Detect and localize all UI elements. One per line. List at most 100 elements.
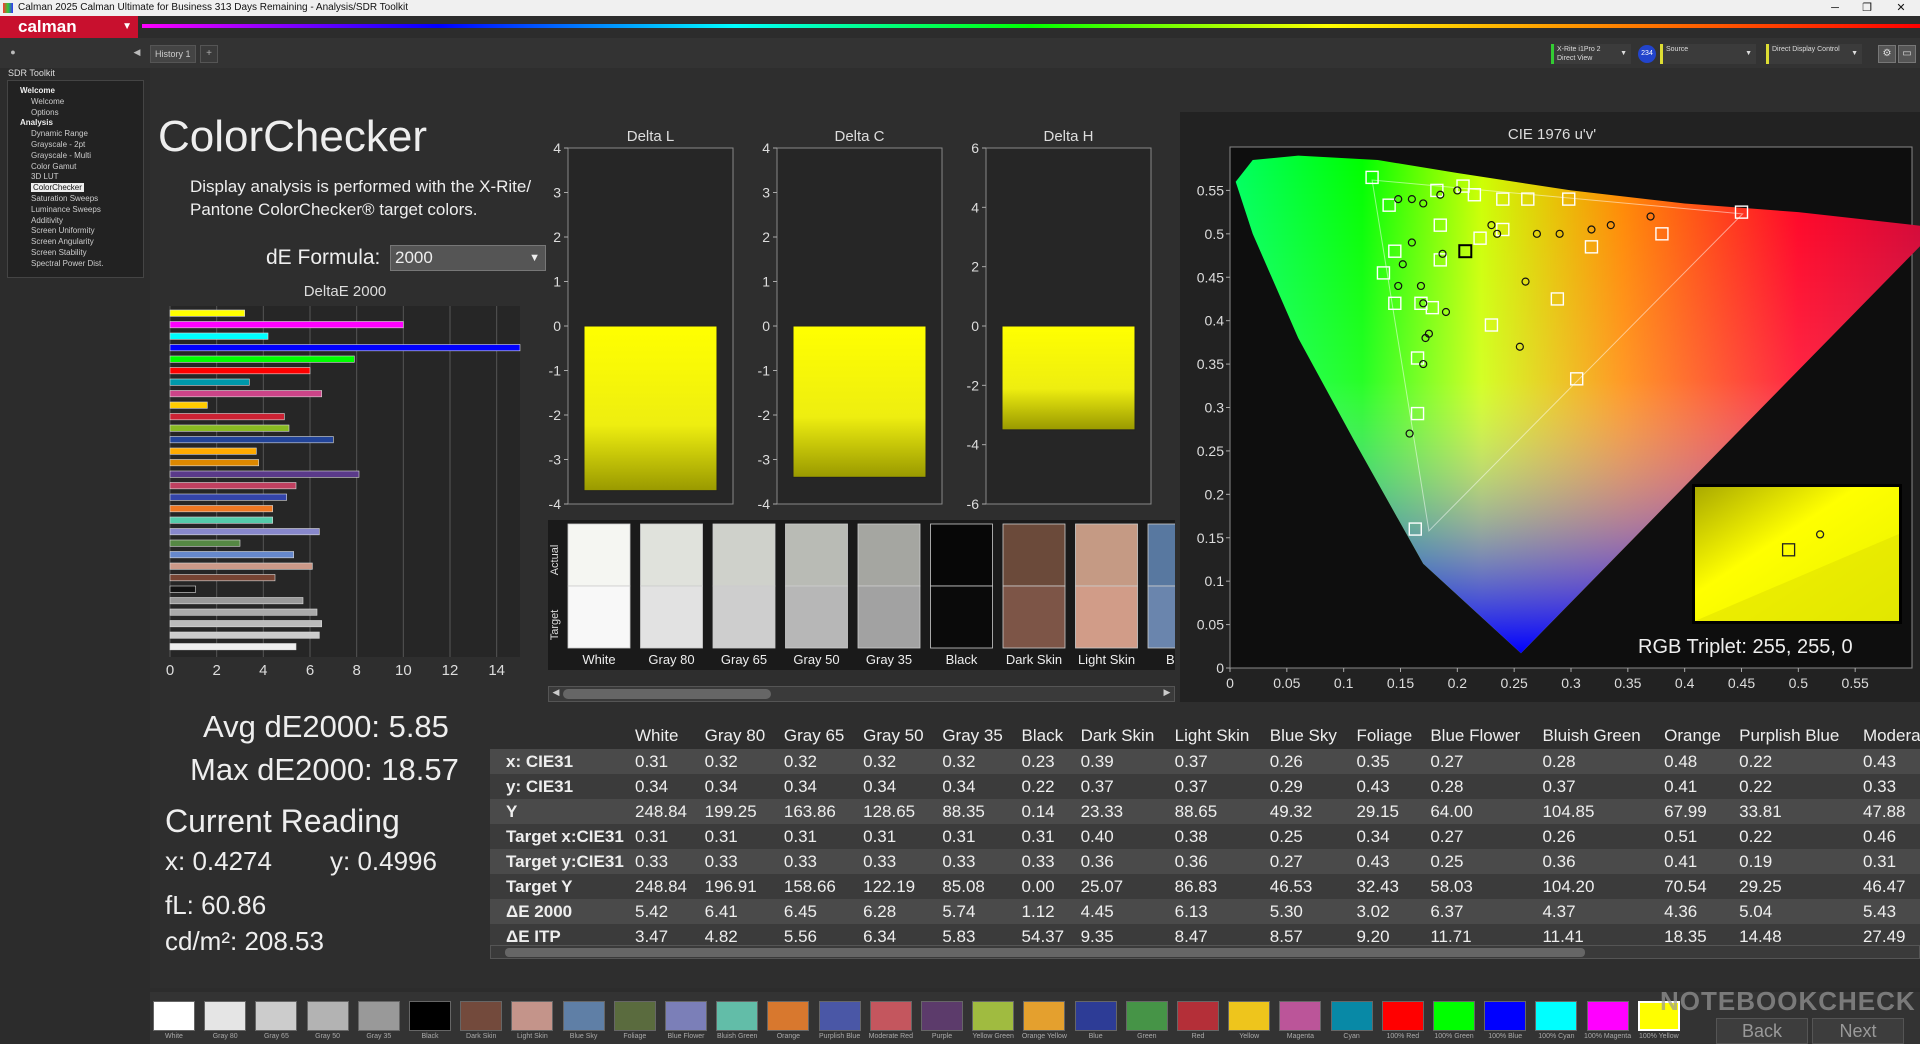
swatch-button[interactable]	[306, 1001, 349, 1031]
restore-button[interactable]: ❐	[1852, 0, 1882, 16]
close-button[interactable]: ✕	[1886, 0, 1916, 16]
swatch-button[interactable]	[1484, 1001, 1527, 1031]
swatch-button[interactable]	[1330, 1001, 1373, 1031]
swatch-button[interactable]	[972, 1001, 1015, 1031]
row-label: Target Y	[490, 874, 630, 899]
swatch-button[interactable]	[460, 1001, 503, 1031]
sidebar-item[interactable]: Welcome	[31, 97, 64, 106]
back-button[interactable]: Back	[1716, 1018, 1808, 1044]
tick-label: 2	[762, 229, 770, 245]
sidebar-item[interactable]: Color Gamut	[31, 162, 76, 171]
sidebar-item[interactable]: Spectral Power Dist.	[31, 259, 103, 268]
swatch-button[interactable]	[1586, 1001, 1629, 1031]
delta-l-chart: Delta L 4 3 2 1 0 -1 -2 -3 -4	[549, 128, 734, 512]
sidebar-item[interactable]: Analysis	[20, 118, 53, 127]
swatch-button[interactable]	[357, 1001, 400, 1031]
tick-label: 0.35	[1614, 675, 1641, 691]
swatch-button[interactable]	[1074, 1001, 1117, 1031]
swatch-button[interactable]	[511, 1001, 554, 1031]
swatch-button[interactable]	[665, 1001, 707, 1031]
sidebar-item[interactable]: Screen Uniformity	[31, 226, 95, 235]
swatch-button[interactable]	[869, 1001, 912, 1031]
de-formula-select[interactable]: 2000 ▼	[390, 245, 546, 271]
meter-selector[interactable]: X-Rite i1Pro 2 Direct View ▼	[1551, 44, 1631, 64]
sidebar-item[interactable]: Grayscale - Multi	[31, 151, 91, 160]
bar	[169, 539, 241, 547]
probe-badge[interactable]: 234	[1638, 45, 1656, 63]
swatch-button[interactable]	[1535, 1001, 1578, 1031]
swatch-button[interactable]	[818, 1001, 861, 1031]
tick-label: 0.4	[1205, 313, 1225, 329]
next-button[interactable]: Next	[1812, 1018, 1904, 1044]
swatch-button[interactable]	[1433, 1001, 1475, 1031]
sidebar-item[interactable]: 3D LUT	[31, 172, 59, 181]
swatch-button[interactable]	[1177, 1001, 1219, 1031]
calman-menu-button[interactable]: calman ▼	[0, 16, 138, 38]
sidebar-item[interactable]: Options	[31, 108, 59, 117]
table-cell: 0.43	[1351, 774, 1426, 799]
bar	[169, 528, 320, 536]
table-row: x: CIE31 0.31 0.32 0.32 0.32 0.32 0.23 0.39 0.37…	[490, 749, 1920, 774]
tick-label: -4	[967, 437, 980, 453]
bar	[1001, 325, 1136, 431]
sidebar-item[interactable]: ColorChecker	[31, 183, 84, 193]
swatch-button-label: Dark Skin	[466, 1033, 497, 1040]
swatch-button[interactable]	[1279, 1001, 1322, 1031]
swatch-button[interactable]	[409, 1001, 451, 1031]
swatch-scrollbar[interactable]: ◀ ▶	[548, 686, 1175, 702]
tick-label: 0.25	[1501, 675, 1528, 691]
scroll-thumb[interactable]	[505, 948, 1585, 957]
target-swatch	[640, 585, 703, 649]
table-cell: 0.27	[1264, 849, 1352, 874]
swatch-button[interactable]	[613, 1001, 656, 1031]
scroll-left-icon[interactable]: ◀	[550, 687, 562, 701]
swatch-button[interactable]	[921, 1001, 963, 1031]
layout-icon[interactable]: ▭	[1898, 45, 1916, 63]
swatch-button-label: 100% Cyan	[1538, 1033, 1575, 1040]
swatch-button[interactable]	[1381, 1001, 1424, 1031]
display-selector[interactable]: Direct Display Control ▼	[1766, 44, 1862, 64]
sidebar-item[interactable]: Welcome	[20, 86, 55, 95]
column-header: Moderate	[1862, 725, 1920, 745]
swatch-button[interactable]	[153, 1001, 195, 1031]
table-scrollbar[interactable]	[490, 945, 1920, 959]
swatch-button[interactable]	[716, 1001, 759, 1031]
table-cell: 0.31	[937, 824, 1017, 849]
table-cell: 0.34	[699, 774, 779, 799]
source-selector[interactable]: Source ▼	[1660, 44, 1756, 64]
sidebar-item[interactable]: Luminance Sweeps	[31, 205, 101, 214]
tab-history-1[interactable]: History 1	[150, 45, 196, 63]
swatch-button[interactable]	[1228, 1001, 1271, 1031]
table-cell: 29.15	[1351, 799, 1426, 824]
source-label: Source	[1666, 46, 1689, 53]
bar	[169, 309, 245, 317]
scroll-thumb[interactable]	[563, 689, 771, 699]
swatch-button[interactable]	[255, 1001, 298, 1031]
scroll-right-icon[interactable]: ▶	[1161, 687, 1173, 701]
table-cell: 0.22	[1734, 824, 1858, 849]
swatch-button[interactable]	[1023, 1001, 1066, 1031]
collapse-left-icon[interactable]: ◀	[130, 47, 144, 61]
sidebar-item[interactable]: Screen Stability	[31, 248, 87, 257]
chart-title: Delta H	[1043, 128, 1093, 145]
sidebar-item[interactable]: Grayscale - 2pt	[31, 140, 85, 149]
actual-swatch	[1147, 523, 1211, 587]
swatch-button[interactable]	[204, 1001, 247, 1031]
sidebar-item[interactable]: Dynamic Range	[31, 129, 88, 138]
table-cell: 70.54	[1659, 874, 1735, 899]
settings-icon[interactable]: ⚙	[1878, 45, 1896, 63]
table-cell: 5.30	[1264, 899, 1352, 924]
sidebar-item[interactable]: Screen Angularity	[31, 237, 94, 246]
swatch-button[interactable]	[767, 1001, 810, 1031]
column-header: Orange	[1664, 725, 1721, 745]
minimize-button[interactable]: ─	[1820, 0, 1850, 16]
collapse-icon[interactable]: ●	[6, 47, 20, 61]
swatch-button-label: Light Skin	[517, 1033, 548, 1040]
column-header: White	[635, 725, 679, 745]
swatch-button[interactable]	[1125, 1001, 1168, 1031]
sidebar-item[interactable]: Saturation Sweeps	[31, 194, 98, 203]
swatch-button[interactable]	[562, 1001, 605, 1031]
table-cell: 6.41	[699, 899, 779, 924]
sidebar-item[interactable]: Additivity	[31, 216, 63, 225]
add-history-button[interactable]: +	[200, 45, 218, 63]
